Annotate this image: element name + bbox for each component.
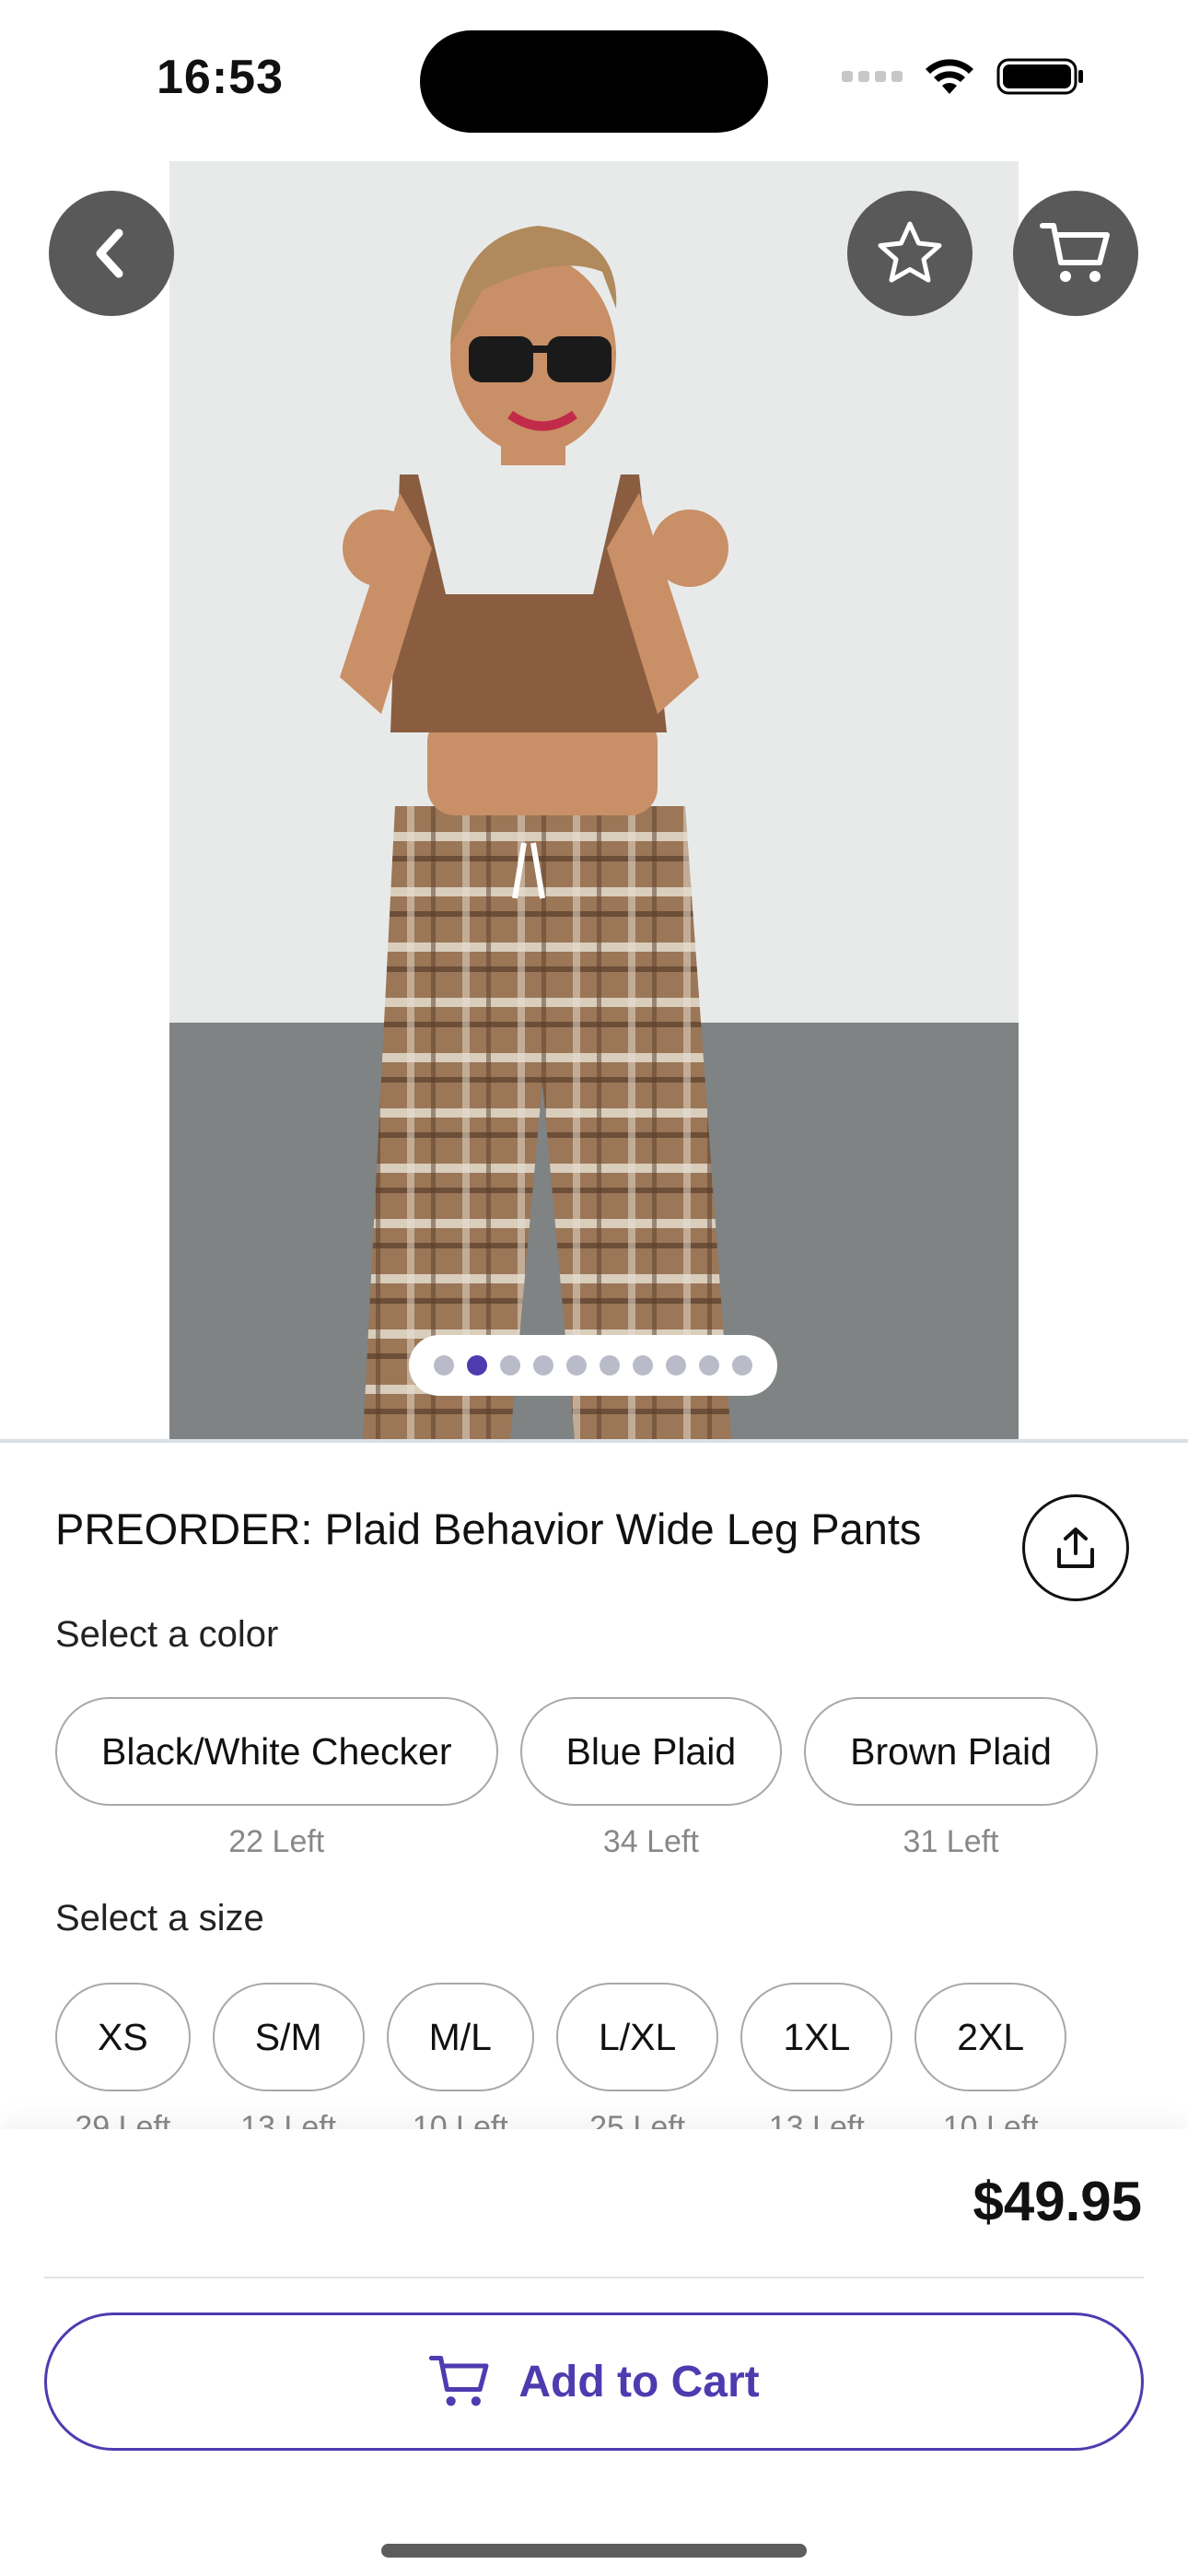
pager-dot[interactable] [500, 1355, 520, 1376]
stock-count: 29 Left [75, 2110, 171, 2129]
stock-count: 10 Left [942, 2110, 1039, 2129]
product-image-gallery[interactable] [0, 161, 1188, 1439]
status-time: 16:53 [157, 51, 284, 104]
status-bar: 16:53 [0, 0, 1188, 157]
pager-dot[interactable] [699, 1355, 719, 1376]
cart-icon [429, 2355, 489, 2406]
pager-dot[interactable] [633, 1355, 653, 1376]
cart-icon [1040, 223, 1110, 282]
color-chip[interactable]: Blue Plaid [519, 1697, 783, 1806]
color-option: Blue Plaid 34 Left [519, 1697, 783, 1860]
pager-dot[interactable] [666, 1355, 686, 1376]
product-title: PREORDER: Plaid Behavior Wide Leg Pants [55, 1505, 922, 1553]
color-option: Brown Plaid 31 Left [804, 1697, 1098, 1860]
color-option: Black/White Checker 22 Left [55, 1697, 498, 1860]
add-to-cart-button[interactable]: Add to Cart [44, 2313, 1144, 2451]
size-chip[interactable]: S/M [212, 1983, 365, 2091]
wifi-icon [926, 59, 973, 94]
product-photo[interactable] [169, 161, 1019, 1439]
price: $49.95 [973, 2171, 1142, 2232]
status-indicators [842, 57, 1085, 96]
stock-count: 31 Left [903, 1824, 999, 1859]
pager-dot[interactable] [566, 1355, 587, 1376]
back-button[interactable] [49, 191, 174, 316]
size-chip[interactable]: 1XL [740, 1983, 893, 2091]
dynamic-island [420, 30, 768, 133]
add-to-cart-label: Add to Cart [518, 2357, 760, 2406]
share-icon [1057, 1528, 1094, 1568]
battery-icon [996, 58, 1083, 95]
size-chip[interactable]: XS [55, 1983, 191, 2091]
color-section-label: Select a color [55, 1614, 279, 1655]
size-options: XS 29 Left S/M 13 Left M/L 10 Left L/XL … [55, 1983, 1067, 2129]
size-option: L/XL 25 Left [555, 1983, 719, 2129]
share-button[interactable] [1022, 1494, 1129, 1601]
product-photo-illustration [169, 161, 1019, 1439]
size-section-label: Select a size [55, 1898, 264, 1938]
stock-count: 25 Left [589, 2110, 686, 2129]
size-chip[interactable]: M/L [386, 1983, 534, 2091]
size-chip[interactable]: 2XL [914, 1983, 1067, 2091]
size-chip[interactable]: L/XL [555, 1983, 719, 2091]
cellular-signal-icon [842, 71, 903, 82]
pager-dot[interactable] [732, 1355, 752, 1376]
size-option: 1XL 13 Left [740, 1983, 893, 2129]
size-option: M/L 10 Left [386, 1983, 534, 2129]
stock-count: 13 Left [768, 2110, 865, 2129]
product-details: PREORDER: Plaid Behavior Wide Leg Pants … [0, 1443, 1188, 2129]
star-icon [878, 221, 942, 283]
size-option: XS 29 Left [55, 1983, 191, 2129]
color-chip[interactable]: Brown Plaid [804, 1697, 1098, 1806]
stock-count: 10 Left [412, 2110, 508, 2129]
stock-count: 13 Left [240, 2110, 337, 2129]
pager-dot-active[interactable] [467, 1355, 487, 1376]
size-option: S/M 13 Left [212, 1983, 365, 2129]
pager-dot[interactable] [434, 1355, 454, 1376]
pager-dot[interactable] [533, 1355, 553, 1376]
divider [44, 2277, 1144, 2278]
favorite-button[interactable] [847, 191, 973, 316]
cart-button[interactable] [1013, 191, 1138, 316]
home-indicator[interactable] [381, 2544, 807, 2558]
pager-dot[interactable] [600, 1355, 620, 1376]
size-option: 2XL 10 Left [914, 1983, 1067, 2129]
purchase-panel: $49.95 Add to Cart [0, 2129, 1188, 2576]
stock-count: 22 Left [228, 1824, 325, 1859]
color-chip[interactable]: Black/White Checker [55, 1697, 498, 1806]
chevron-left-icon [96, 228, 123, 278]
color-options: Black/White Checker 22 Left Blue Plaid 3… [55, 1697, 1098, 1860]
image-pager[interactable] [409, 1335, 777, 1396]
stock-count: 34 Left [602, 1824, 699, 1859]
